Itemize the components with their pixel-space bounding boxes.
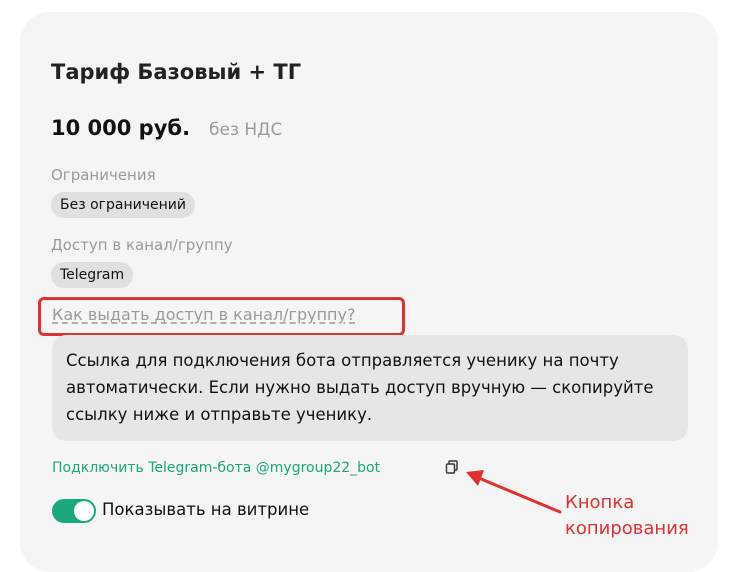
- connect-bot-link[interactable]: Подключить Telegram-бота @mygroup22_bot: [52, 460, 380, 476]
- annotation-text: Кнопка копирования: [565, 490, 689, 542]
- showcase-toggle[interactable]: [52, 499, 96, 523]
- tariff-price: 10 000 руб.: [51, 116, 191, 140]
- restrictions-label: Ограничения: [51, 166, 156, 184]
- toggle-knob: [74, 501, 94, 521]
- annotation-line-1: Кнопка: [565, 492, 635, 513]
- info-text: Ссылка для подключения бота отправляется…: [66, 351, 654, 424]
- tariff-card: [20, 12, 718, 572]
- annotation-line-2: копирования: [565, 518, 689, 539]
- restrictions-chip: Без ограничений: [51, 192, 195, 218]
- copy-icon[interactable]: [445, 460, 459, 474]
- info-box: Ссылка для подключения бота отправляется…: [52, 335, 688, 441]
- vat-note: без НДС: [209, 120, 283, 140]
- access-chip: Telegram: [51, 262, 134, 288]
- access-help-link[interactable]: Как выдать доступ в канал/группу?: [52, 305, 355, 324]
- annotation-arrow-icon: [466, 470, 562, 514]
- tariff-title: Тариф Базовый + ТГ: [51, 60, 302, 84]
- showcase-label: Показывать на витрине: [102, 500, 310, 519]
- access-label: Доступ в канал/группу: [51, 236, 233, 254]
